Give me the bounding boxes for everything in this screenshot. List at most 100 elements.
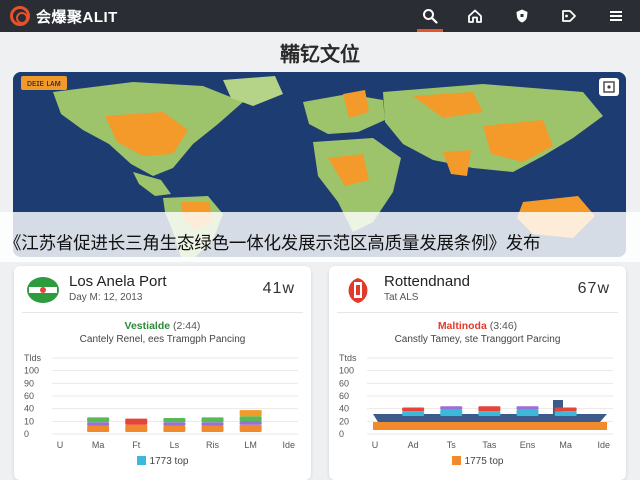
- bar-segment: [163, 422, 186, 426]
- bar-segment: [478, 411, 501, 416]
- bar-segment: [402, 407, 425, 412]
- x-tick-label: Ris: [206, 440, 219, 450]
- bar-segment: [163, 425, 186, 432]
- expand-button[interactable]: [599, 78, 619, 96]
- port-description: Canstly Tamey, ste Tranggort Parcing: [394, 334, 561, 345]
- home-icon: [468, 9, 482, 23]
- x-tick-label: LM: [244, 440, 257, 450]
- status-label: Vestialde: [124, 320, 171, 332]
- brand-logo-icon: [10, 6, 30, 26]
- chart-legend: 1775 top: [329, 456, 626, 467]
- y-tick-label: 60: [339, 391, 349, 401]
- tag-icon: [562, 10, 576, 22]
- y-tick-label: 0: [339, 429, 344, 439]
- x-tick-label: Ft: [132, 440, 140, 450]
- nav-tag-button[interactable]: [552, 0, 586, 32]
- x-tick-label: U: [372, 440, 379, 450]
- bar-segment: [239, 424, 262, 432]
- page-title: 鞴钇文位: [280, 44, 360, 66]
- x-tick-label: Ls: [170, 440, 180, 450]
- x-tick-label: Ad: [408, 440, 419, 450]
- bar-segment: [554, 407, 577, 412]
- port-name: Rottendnand: [384, 273, 470, 290]
- bar-segment: [201, 422, 224, 426]
- x-tick-label: U: [57, 440, 64, 450]
- shield-icon: [516, 9, 528, 23]
- port-bar-chart: Ttds 100 60 60 40 20 0 U Ad Ts Tas Ens Ma Ide: [339, 353, 613, 450]
- nav-search-button[interactable]: [413, 0, 447, 32]
- nav-shield-button[interactable]: [505, 0, 539, 32]
- headline-text[interactable]: 《江苏省促进长三角生态绿色一体化发展示范区高质量发展条例》发布: [4, 230, 640, 255]
- port-name: Los Anela Port: [69, 273, 167, 290]
- y-tick-label: 100: [24, 366, 39, 376]
- bar-segment: [402, 411, 425, 416]
- y-tick-label: 60: [339, 378, 349, 388]
- y-tick-label: 0: [24, 429, 29, 439]
- legend-label: 1773 top: [149, 456, 189, 467]
- y-tick-label: 90: [24, 378, 34, 388]
- x-tick-label: Ts: [447, 440, 457, 450]
- menu-icon: [610, 11, 622, 21]
- y-tick-label: Tlds: [24, 353, 42, 363]
- status-number: (3:46): [489, 320, 518, 332]
- expand-icon: [603, 81, 615, 93]
- bar-segment: [87, 422, 110, 426]
- nav-home-button[interactable]: [458, 0, 492, 32]
- bar-segment: [87, 417, 110, 423]
- x-tick-label: Ma: [92, 440, 105, 450]
- port-status: Maltinoda (3:46): [329, 320, 626, 332]
- search-icon: [423, 9, 438, 24]
- legend-swatch: [136, 456, 146, 465]
- ship-deck-stripe: [373, 422, 607, 430]
- y-tick-label: 20: [339, 416, 349, 426]
- y-tick-label: 40: [24, 404, 34, 414]
- x-tick-label: Ma: [559, 440, 572, 450]
- port-description: Cantely Renel, ees Tramgph Pancing: [79, 334, 246, 345]
- port-wind-value: 41w: [262, 280, 295, 297]
- x-tick-label: Tas: [482, 440, 497, 450]
- bar-segment: [201, 417, 224, 423]
- card-divider: [337, 312, 618, 313]
- bar-segment: [125, 424, 148, 432]
- green-flag-icon: [27, 277, 59, 303]
- bar-segment: [440, 406, 463, 410]
- brand[interactable]: 会爆聚ALIT: [10, 6, 118, 26]
- bar-segment: [516, 409, 539, 416]
- port-card-rottendnand[interactable]: Rottendnand Tat ALS 67w Maltinoda (3:46)…: [329, 266, 626, 480]
- bar-segment: [440, 409, 463, 416]
- port-date: Tat ALS: [384, 292, 419, 303]
- y-tick-label: 100: [339, 366, 354, 376]
- port-status: Vestialde (2:44): [14, 320, 311, 332]
- top-navigation-bar: 会爆聚ALIT: [0, 0, 640, 32]
- chart-legend: 1773 top: [14, 456, 311, 467]
- y-tick-label: 10: [24, 416, 34, 426]
- status-label: Maltinoda: [437, 320, 487, 332]
- bar-segment: [201, 425, 224, 432]
- card-divider: [22, 312, 303, 313]
- nav-menu-button[interactable]: [599, 0, 633, 32]
- bar-segment: [239, 421, 262, 425]
- red-flag-icon: [343, 277, 373, 303]
- port-wind-value: 67w: [577, 280, 610, 297]
- status-number: (2:44): [173, 320, 201, 332]
- port-bar-chart: Tlds100906040100U Ma Ft Ls Ris LM Ide: [24, 353, 298, 450]
- bar-segment: [554, 411, 577, 416]
- legend-label: 1775 top: [464, 456, 504, 467]
- bar-segment: [87, 425, 110, 432]
- bar-segment: [163, 418, 186, 423]
- port-date: Day M: 12, 2013: [69, 292, 143, 303]
- y-tick-label: Ttds: [339, 353, 357, 363]
- hero-tag: ᴅᴇɪᴇ ʟᴀᴍ: [21, 76, 67, 90]
- x-tick-label: Ide: [598, 440, 611, 450]
- y-tick-label: 40: [339, 404, 349, 414]
- bar-segment: [478, 406, 501, 412]
- port-card-los-anela[interactable]: Los Anela Port Day M: 12, 2013 41w Vesti…: [14, 266, 311, 480]
- x-tick-label: Ide: [283, 440, 296, 450]
- bar-segment: [516, 406, 539, 410]
- y-tick-label: 60: [24, 391, 34, 401]
- bar-segment: [239, 410, 262, 417]
- x-tick-label: Ens: [520, 440, 536, 450]
- bar-segment: [125, 418, 148, 425]
- brand-name: 会爆聚ALIT: [36, 8, 118, 26]
- bar-segment: [239, 416, 262, 422]
